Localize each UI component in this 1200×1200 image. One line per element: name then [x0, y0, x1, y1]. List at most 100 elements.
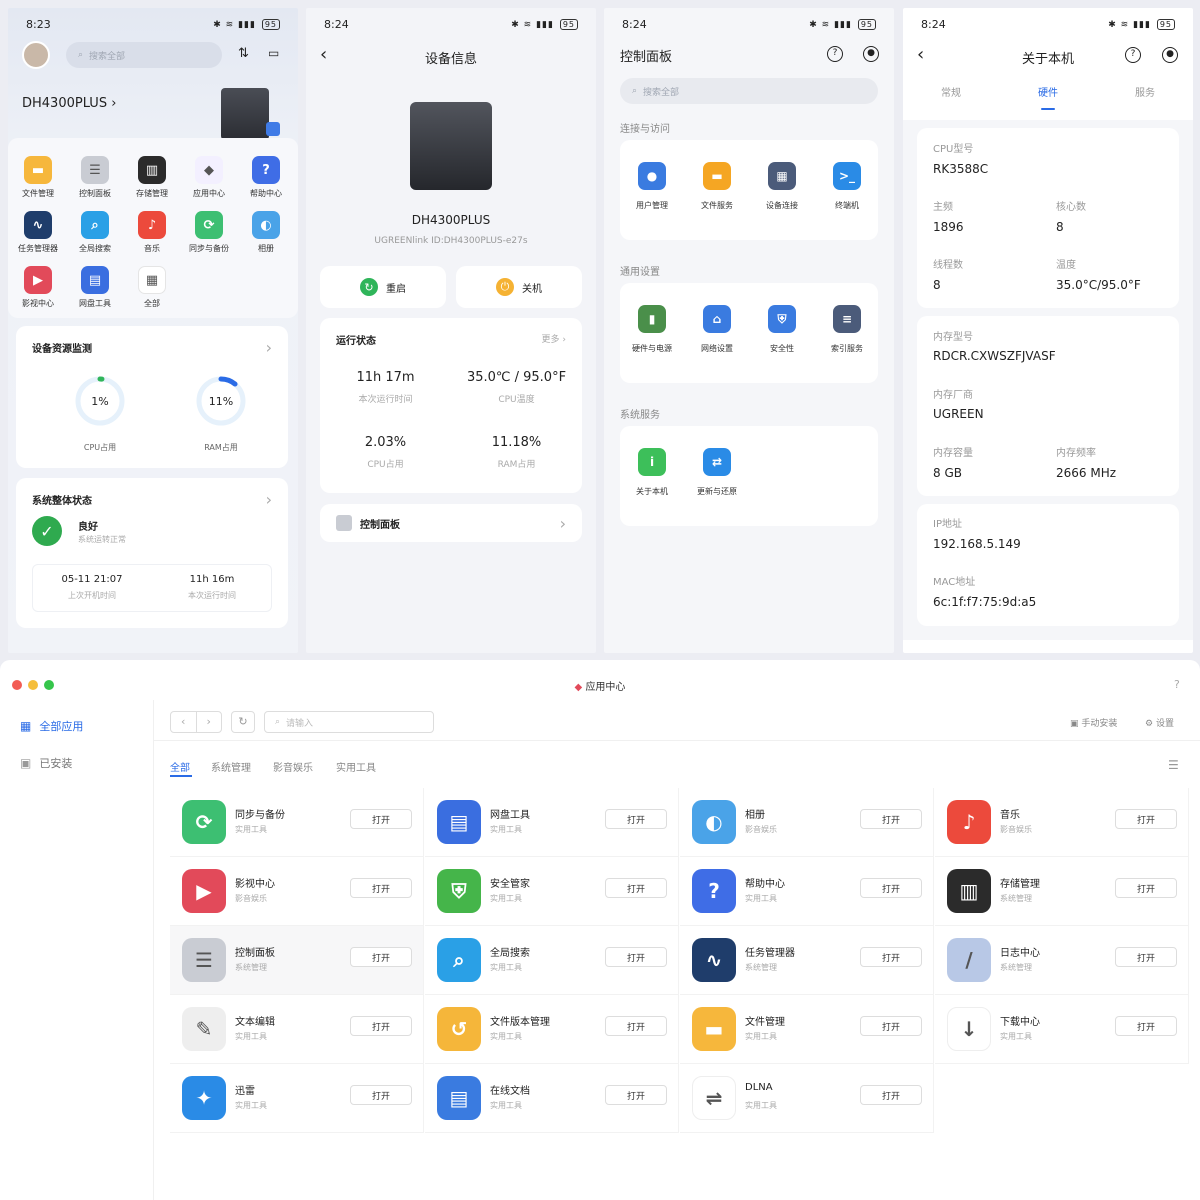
target-icon[interactable]: ●: [1162, 47, 1178, 63]
sidebar-item-0[interactable]: ▦ 全部应用: [20, 718, 83, 734]
task-manager-icon[interactable]: ∿: [24, 211, 52, 239]
app-card[interactable]: ↓ 下载中心 实用工具 打开: [935, 995, 1189, 1064]
search-bar[interactable]: ⌕ 搜索全部: [66, 42, 222, 68]
app-card[interactable]: ⇌ DLNA 实用工具 打开: [680, 1064, 934, 1133]
message-icon[interactable]: ▭: [268, 46, 279, 60]
app-card[interactable]: ⟳ 同步与备份 实用工具 打开: [170, 788, 424, 857]
app-card[interactable]: / 日志中心 系统管理 打开: [935, 926, 1189, 995]
app-category: 实用工具: [490, 1032, 522, 1041]
all-apps-icon[interactable]: ▦: [138, 266, 166, 294]
open-button[interactable]: 打开: [350, 1085, 412, 1105]
app-card[interactable]: ◐ 相册 影音娱乐 打开: [680, 788, 934, 857]
open-button[interactable]: 打开: [605, 1016, 667, 1036]
open-button[interactable]: 打开: [350, 878, 412, 898]
text-edit-icon: ✎: [182, 1007, 226, 1051]
app-card[interactable]: ✎ 文本编辑 实用工具 打开: [170, 995, 424, 1064]
tab-1[interactable]: 硬件: [1028, 84, 1068, 99]
users-icon[interactable]: ●: [638, 162, 666, 190]
app-card[interactable]: ▶ 影视中心 影音娱乐 打开: [170, 857, 424, 926]
back-button[interactable]: ‹: [171, 712, 196, 732]
sidebar-item-1[interactable]: ▣ 已安装: [20, 755, 72, 771]
cpu-label: CPU占用: [367, 460, 404, 470]
tab-2[interactable]: 服务: [1125, 84, 1165, 99]
app-card[interactable]: ∿ 任务管理器 系统管理 打开: [680, 926, 934, 995]
folder-icon[interactable]: ▬: [24, 156, 52, 184]
battery-icon: 95: [559, 18, 578, 30]
open-button[interactable]: 打开: [860, 1085, 922, 1105]
manual-install-button[interactable]: ▣ 手动安装: [1070, 716, 1117, 729]
control-panel-row[interactable]: 控制面板 ›: [320, 504, 582, 542]
open-button[interactable]: 打开: [350, 1016, 412, 1036]
cloud-drive-icon[interactable]: ▤: [81, 266, 109, 294]
transfer-icon[interactable]: ⇅: [238, 46, 249, 61]
open-button[interactable]: 打开: [350, 947, 412, 967]
search-input[interactable]: ⌕ 请输入: [264, 711, 434, 733]
filter-tab-2[interactable]: 影音娱乐: [273, 759, 313, 774]
info-icon[interactable]: i: [638, 448, 666, 476]
storage-icon[interactable]: ▥: [138, 156, 166, 184]
restart-button[interactable]: ↻ 重启: [320, 266, 446, 308]
app-card[interactable]: ▬ 文件管理 实用工具 打开: [680, 995, 934, 1064]
refresh-button[interactable]: ↻: [231, 711, 255, 733]
search-icon[interactable]: ⌕: [81, 211, 109, 239]
settings-button[interactable]: ⚙ 设置: [1145, 716, 1174, 729]
app-card[interactable]: ⛨ 安全管家 实用工具 打开: [425, 857, 679, 926]
battery-icon[interactable]: ▮: [638, 305, 666, 333]
video-icon[interactable]: ▶: [24, 266, 52, 294]
help-icon[interactable]: ?: [1174, 678, 1180, 691]
app-card[interactable]: ▤ 网盘工具 实用工具 打开: [425, 788, 679, 857]
open-button[interactable]: 打开: [350, 809, 412, 829]
filter-tab-0[interactable]: 全部: [170, 759, 190, 774]
shield-icon[interactable]: ⛨: [768, 305, 796, 333]
open-button[interactable]: 打开: [860, 809, 922, 829]
search-bar[interactable]: ⌕ 搜索全部: [620, 78, 878, 104]
network-icon[interactable]: ⌂: [703, 305, 731, 333]
app-card[interactable]: ♪ 音乐 影音娱乐 打开: [935, 788, 1189, 857]
photo-icon[interactable]: ◐: [252, 211, 280, 239]
list-view-icon[interactable]: ☰: [1168, 758, 1179, 772]
open-button[interactable]: 打开: [860, 1016, 922, 1036]
ram: 11.18%: [491, 435, 542, 450]
help-icon[interactable]: ?: [827, 46, 843, 62]
filter-tab-3[interactable]: 实用工具: [336, 759, 376, 774]
update-icon[interactable]: ⇄: [703, 448, 731, 476]
forward-button[interactable]: ›: [195, 712, 222, 732]
tab-0[interactable]: 常规: [931, 84, 971, 99]
open-button[interactable]: 打开: [1115, 809, 1177, 829]
open-button[interactable]: 打开: [605, 878, 667, 898]
device-name[interactable]: DH4300PLUS ›: [22, 96, 116, 111]
app-card[interactable]: ↺ 文件版本管理 实用工具 打开: [425, 995, 679, 1064]
ram-label: RAM占用: [497, 460, 536, 470]
terminal-icon[interactable]: >_: [833, 162, 861, 190]
open-button[interactable]: 打开: [1115, 947, 1177, 967]
device-connect-icon[interactable]: ▦: [768, 162, 796, 190]
shutdown-button[interactable]: ⏻ 关机: [456, 266, 582, 308]
open-button[interactable]: 打开: [605, 1085, 667, 1105]
system-status-card[interactable]: 系统整体状态 › ✓ 良好 系统运转正常 05-11 21:07 上次开机时间 …: [16, 478, 288, 628]
app-card[interactable]: ▤ 在线文档 实用工具 打开: [425, 1064, 679, 1133]
app-center-icon[interactable]: ◆: [195, 156, 223, 184]
help-icon[interactable]: ?: [1125, 47, 1141, 63]
folder-icon[interactable]: ▬: [703, 162, 731, 190]
app-card[interactable]: ✦ 迅雷 实用工具 打开: [170, 1064, 424, 1133]
open-button[interactable]: 打开: [860, 878, 922, 898]
music-icon[interactable]: ♪: [138, 211, 166, 239]
app-card[interactable]: ? 帮助中心 实用工具 打开: [680, 857, 934, 926]
app-card[interactable]: ⌕ 全局搜索 实用工具 打开: [425, 926, 679, 995]
help-icon[interactable]: ?: [252, 156, 280, 184]
open-button[interactable]: 打开: [1115, 1016, 1177, 1036]
app-card[interactable]: ▥ 存储管理 系统管理 打开: [935, 857, 1189, 926]
open-button[interactable]: 打开: [605, 809, 667, 829]
more-link[interactable]: 更多 ›: [542, 332, 566, 345]
filter-tab-1[interactable]: 系统管理: [211, 759, 251, 774]
monitor-card[interactable]: 设备资源监测 › 1% CPU占用 11% RAM占用: [16, 326, 288, 468]
avatar[interactable]: [22, 41, 50, 69]
open-button[interactable]: 打开: [1115, 878, 1177, 898]
control-panel-icon[interactable]: ☰: [81, 156, 109, 184]
index-icon[interactable]: ≡: [833, 305, 861, 333]
sync-icon[interactable]: ⟳: [195, 211, 223, 239]
open-button[interactable]: 打开: [860, 947, 922, 967]
app-card[interactable]: ☰ 控制面板 系统管理 打开: [170, 926, 424, 995]
target-icon[interactable]: ●: [863, 46, 879, 62]
open-button[interactable]: 打开: [605, 947, 667, 967]
